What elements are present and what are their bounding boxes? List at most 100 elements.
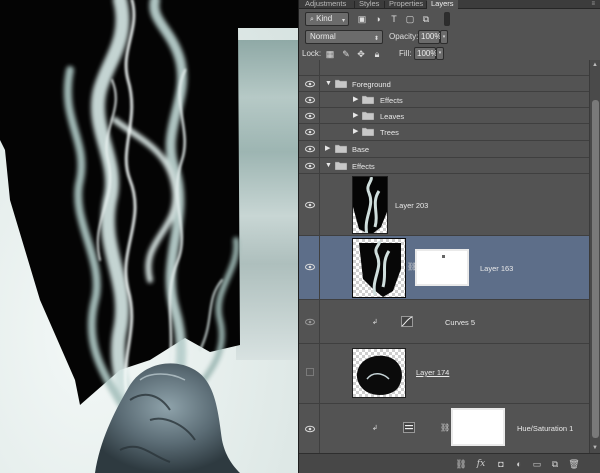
layer-row-layer-163[interactable]: ⛓︎ Layer 163	[299, 236, 589, 300]
fill-label: Fill:	[399, 49, 412, 58]
trash-icon[interactable]: 🗑︎	[567, 458, 581, 470]
blend-mode-dropdown[interactable]: Normal ⬍	[305, 30, 383, 44]
eye-icon[interactable]	[305, 263, 315, 271]
tab-styles[interactable]: Styles	[355, 0, 383, 9]
lock-row: Lock: ▦ ✎ ✥ 🔒︎ Fill: 100% ▾	[299, 47, 600, 60]
eye-icon[interactable]	[305, 145, 315, 153]
eye-icon[interactable]	[305, 201, 315, 209]
shape-filter-icon[interactable]: ▢	[405, 14, 415, 24]
type-filter-icon[interactable]: T	[389, 14, 399, 24]
visibility-toggle-off[interactable]	[306, 368, 314, 376]
lock-image-pixels-icon[interactable]: ✎	[341, 49, 351, 59]
eye-icon[interactable]	[305, 80, 315, 88]
lock-all-icon[interactable]: 🔒︎	[372, 49, 382, 59]
eye-icon[interactable]	[305, 425, 315, 433]
pixel-filter-icon[interactable]: ▣	[357, 14, 367, 24]
layer-name: Layer 203	[395, 201, 429, 210]
scrollbar-thumb[interactable]	[592, 100, 599, 438]
folder-icon	[362, 111, 374, 120]
expand-triangle-icon[interactable]: ▼	[325, 162, 332, 170]
collapse-triangle-icon[interactable]: ▶	[353, 96, 358, 104]
layer-name: Leaves	[380, 112, 405, 121]
smart-object-filter-icon[interactable]: ⧉	[421, 14, 431, 24]
layer-row-layer-174[interactable]: Layer 174	[299, 344, 589, 404]
layer-name: Effects	[380, 96, 403, 105]
layers-bottom-bar: ⛓︎ fx ◘ ◐ ▭ ⧉ 🗑︎	[299, 453, 600, 473]
folder-icon	[362, 127, 374, 136]
filter-row: ⌕ Kind ▾ ▣ ◑ T ▢ ⧉	[299, 9, 600, 29]
chevron-down-icon: ⬍	[373, 36, 379, 42]
eye-icon[interactable]	[305, 318, 315, 326]
tab-adjustments[interactable]: Adjustments	[301, 0, 350, 9]
layer-row-effects-inner[interactable]: ▶ Effects	[299, 92, 589, 108]
layer-row-partial	[299, 60, 589, 76]
opacity-slider-arrow[interactable]: ▾	[440, 30, 448, 44]
fill-slider-arrow[interactable]: ▾	[436, 47, 444, 60]
layer-name: Effects	[352, 162, 375, 171]
eye-icon[interactable]	[305, 162, 315, 170]
scroll-down-icon[interactable]: ▼	[592, 445, 598, 451]
lock-label: Lock:	[302, 49, 322, 58]
lock-position-icon[interactable]: ✥	[356, 49, 366, 59]
layer-name: Layer 163	[480, 264, 514, 273]
folder-icon	[362, 95, 374, 104]
layer-row-base[interactable]: ▶ Base	[299, 141, 589, 158]
layer-thumbnail	[352, 348, 406, 398]
hue-saturation-adjustment-icon[interactable]	[403, 422, 415, 433]
filter-toggle-switch[interactable]	[444, 12, 450, 26]
layer-row-curves-5[interactable]: ↲ Curves 5	[299, 300, 589, 344]
adjustment-filter-icon[interactable]: ◑	[373, 14, 383, 24]
tab-properties[interactable]: Properties	[385, 0, 427, 9]
expand-triangle-icon[interactable]: ▼	[325, 80, 332, 88]
filter-kind-dropdown[interactable]: ⌕ Kind ▾	[305, 12, 349, 26]
layer-row-layer-203[interactable]: Layer 203	[299, 174, 589, 236]
tab-layers[interactable]: Layers	[427, 0, 458, 9]
layer-thumbnail	[352, 176, 388, 234]
layer-row-hue-saturation-1[interactable]: ↲ ⛓︎ Hue/Saturation 1	[299, 404, 589, 453]
layers-panel: Adjustments Styles Properties Layers ≡ ⌕…	[298, 0, 600, 473]
chevron-down-icon: ▾	[341, 18, 345, 24]
layer-row-effects[interactable]: ▼ Effects	[299, 158, 589, 174]
panel-menu-icon[interactable]: ≡	[591, 1, 595, 7]
clipping-arrow-icon: ↲	[372, 319, 378, 326]
layers-scrollbar[interactable]: ▲ ▼	[589, 60, 600, 453]
layer-row-trees[interactable]: ▶ Trees	[299, 124, 589, 141]
eye-icon[interactable]	[305, 128, 315, 136]
link-layers-icon[interactable]: ⛓︎	[454, 458, 468, 470]
collapse-triangle-icon[interactable]: ▶	[325, 145, 330, 153]
search-icon: ⌕	[310, 16, 314, 23]
new-layer-icon[interactable]: ⧉	[548, 458, 562, 470]
eye-icon[interactable]	[305, 112, 315, 120]
layer-name: Hue/Saturation 1	[517, 424, 574, 433]
black-shape	[0, 0, 298, 405]
opacity-field[interactable]: 100%	[418, 30, 441, 44]
blend-row: Normal ⬍ Opacity: 100% ▾	[299, 27, 600, 47]
folder-icon	[335, 144, 347, 153]
layer-mask-thumbnail[interactable]	[451, 408, 505, 446]
layer-mask-thumbnail[interactable]	[415, 249, 469, 286]
new-adjustment-icon[interactable]: ◐	[512, 458, 526, 470]
scroll-up-icon[interactable]: ▲	[592, 62, 598, 68]
link-icon[interactable]: ⛓︎	[440, 423, 450, 432]
fx-icon[interactable]: fx	[474, 458, 488, 470]
layer-row-leaves[interactable]: ▶ Leaves	[299, 108, 589, 124]
document-canvas[interactable]	[0, 0, 298, 473]
filter-kind-label: Kind	[316, 14, 333, 23]
layer-row-foreground[interactable]: ▼ Foreground	[299, 76, 589, 92]
eye-icon[interactable]	[305, 96, 315, 104]
curves-adjustment-icon[interactable]	[401, 316, 413, 327]
collapse-triangle-icon[interactable]: ▶	[353, 112, 358, 120]
blend-mode-value: Normal	[310, 32, 336, 41]
new-group-icon[interactable]: ▭	[530, 458, 544, 470]
panel-tab-bar: Adjustments Styles Properties Layers ≡	[299, 0, 600, 9]
layer-name: Trees	[380, 128, 399, 137]
artwork	[0, 0, 298, 473]
layers-list: ▼ Foreground ▶ Effects ▶ Leaves ▶ Trees	[299, 60, 589, 453]
collapse-triangle-icon[interactable]: ▶	[353, 128, 358, 136]
fill-field[interactable]: 100%	[414, 47, 437, 60]
add-mask-icon[interactable]: ◘	[494, 458, 508, 470]
clipping-arrow-icon: ↲	[372, 425, 378, 432]
lock-transparent-pixels-icon[interactable]: ▦	[325, 49, 335, 59]
folder-icon	[335, 79, 347, 88]
layer-name: Layer 174	[416, 368, 450, 377]
